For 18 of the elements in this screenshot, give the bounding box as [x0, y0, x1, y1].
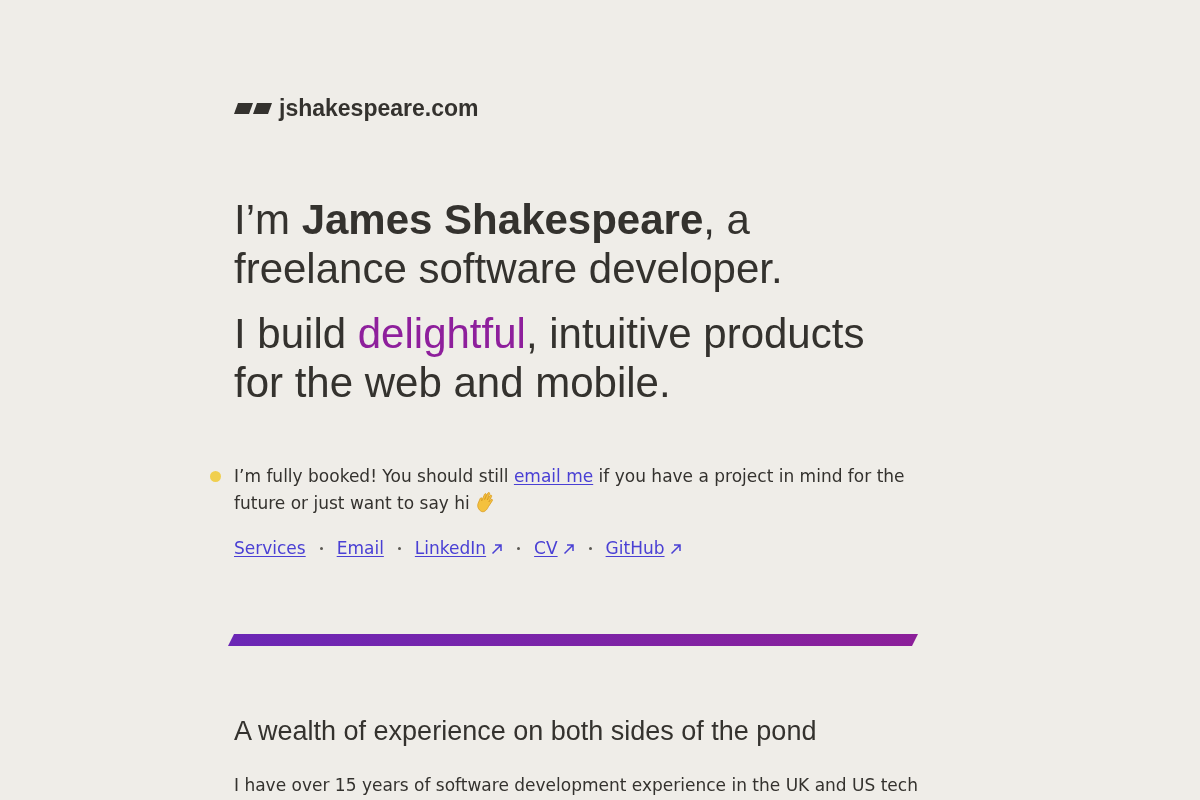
nav-link[interactable]: CV — [534, 535, 575, 562]
separator-dot-icon — [319, 547, 323, 550]
separator-dot-icon — [397, 547, 401, 550]
waving-hand-icon — [475, 491, 496, 513]
availability-message: I’m fully booked! You should still email me if you have a project in mind for the future or just want to say hi — [234, 465, 906, 515]
section-paragraph: I have over 15 years of software development experience in the UK and US tech — [234, 774, 919, 797]
parallelograms-logo-icon — [234, 102, 272, 114]
tagline: I build delightful, intuitive products for the web and mobile. — [234, 309, 866, 407]
section-heading: A wealth of experience on both sides of the pond — [234, 715, 818, 748]
nav-link[interactable]: LinkedIn — [414, 535, 504, 562]
separator-dot-icon — [588, 547, 592, 550]
email-link[interactable]: email me — [513, 466, 594, 486]
home-link[interactable]: jshakespeare.com — [234, 94, 479, 122]
nav-link[interactable]: Services — [234, 535, 306, 562]
nav-link[interactable]: GitHub — [605, 535, 682, 562]
nav-link[interactable]: Email — [336, 535, 384, 562]
separator-dot-icon — [517, 547, 521, 550]
headline: I’m James Shakespeare, a freelance software developer. — [234, 195, 784, 293]
